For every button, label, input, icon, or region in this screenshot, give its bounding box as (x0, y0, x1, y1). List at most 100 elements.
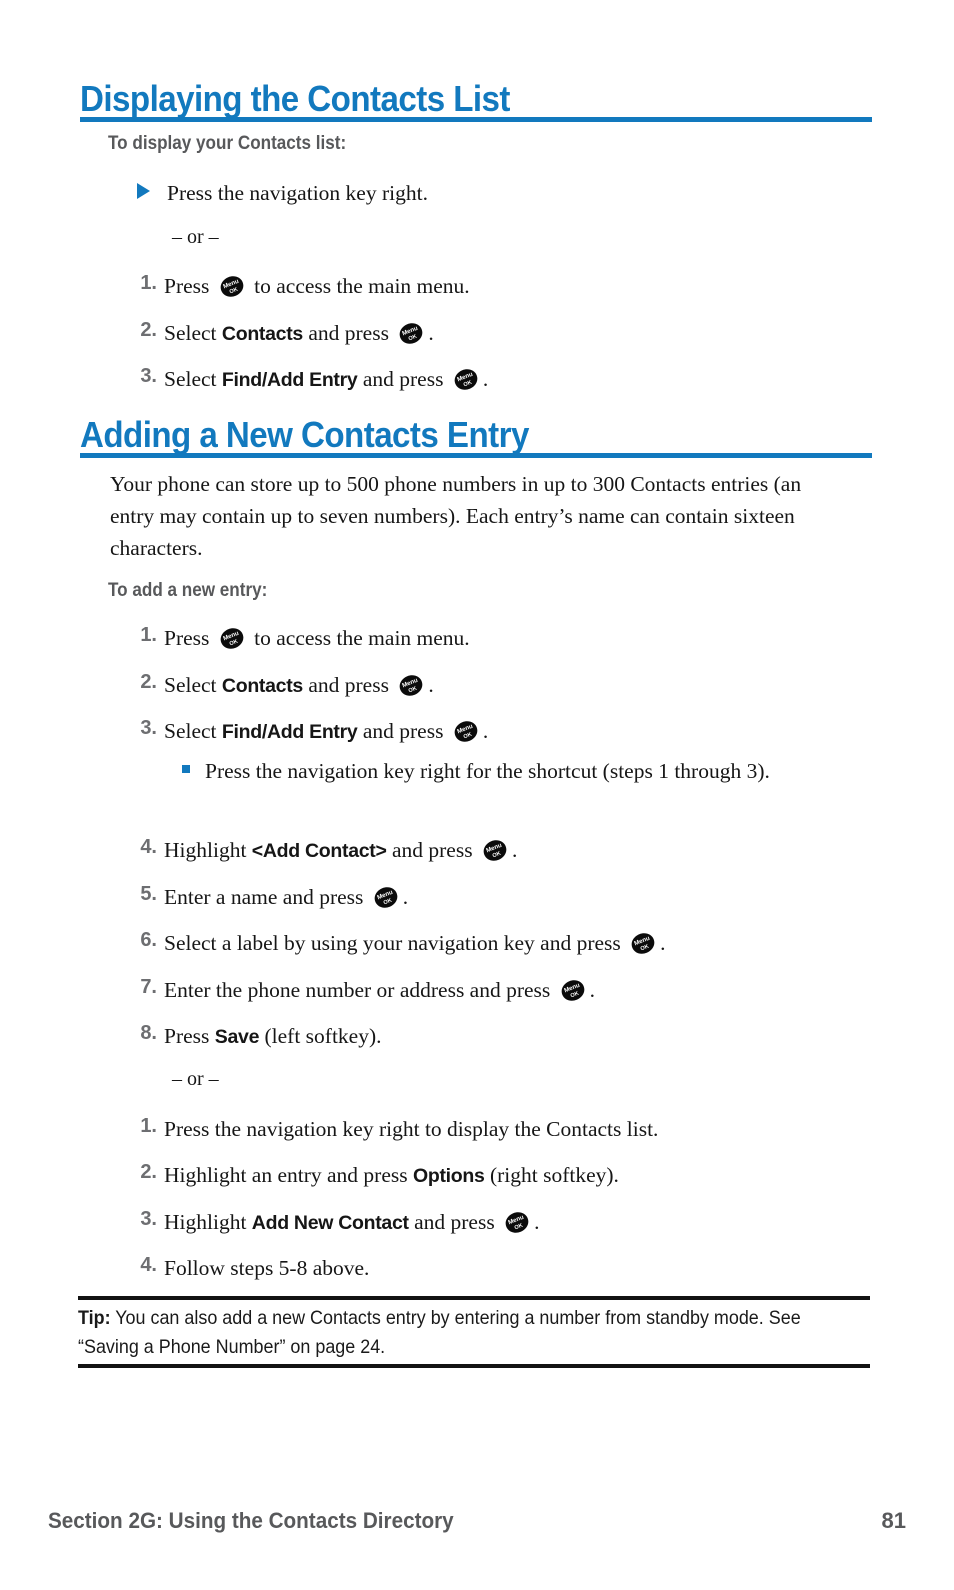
menu-ok-key-icon: Menu OK (217, 275, 247, 298)
heading-rule (80, 453, 872, 458)
sub-list-item-shortcut: Press the navigation key right for the s… (205, 759, 770, 783)
step-text: Highlight Add New Contact and press Menu… (164, 1207, 864, 1238)
subhead-to-display-contacts-list: To display your Contacts list: (108, 133, 347, 154)
step-text: Enter a name and press Menu OK. (164, 882, 864, 912)
step-text-mid: and press (386, 838, 478, 862)
step-text-pre: Press (164, 1024, 215, 1048)
step-text-mid: (right softkey). (484, 1163, 619, 1187)
menu-ok-key-icon: Menu OK (628, 932, 658, 955)
step-number: 3. (140, 717, 157, 739)
menu-ok-key-icon: Menu OK (451, 720, 481, 743)
step-text-post: to access the main menu. (248, 274, 470, 298)
step-text-pre: Select (164, 719, 222, 743)
step-text-post: . (511, 838, 518, 862)
step-text-post: . (482, 367, 489, 391)
step-text-post: . (660, 931, 666, 955)
step-text-mid: and press (408, 1210, 501, 1234)
step-text-pre: Highlight (164, 1210, 252, 1234)
ui-term-contacts: Contacts (221, 323, 303, 345)
page-title-adding-new-contacts-entry: Adding a New Contacts Entry (80, 414, 529, 455)
step-text: Enter the phone number or address and pr… (164, 975, 864, 1005)
step-text: Highlight <Add Contact> and press Menu OK… (164, 835, 864, 866)
step-text-pre: Press (164, 274, 215, 298)
step-text: Select Find/Add Entry and press Menu OK. (164, 716, 864, 747)
step-text-pre: Select (164, 367, 222, 391)
step-text-post: . (428, 673, 434, 697)
step-text-post: . (534, 1210, 540, 1234)
step-text-post: to access the main menu. (248, 626, 470, 650)
ui-term-add-contact: <Add Contact> (251, 840, 387, 862)
heading-rule (80, 117, 872, 122)
step-number: 6. (140, 929, 157, 951)
list-item-press-nav-key-right: Press the navigation key right. (167, 181, 428, 205)
menu-ok-key-icon: Menu OK (217, 627, 247, 650)
ui-term-find-add-entry: Find/Add Entry (221, 369, 358, 391)
ui-term-save: Save (214, 1026, 260, 1048)
step-number: 1. (140, 272, 157, 294)
step-number: 3. (140, 1208, 157, 1230)
step-number: 2. (140, 1161, 157, 1183)
step-text-mid: and press (357, 719, 449, 743)
or-divider-1: – or – (172, 226, 219, 248)
tip-box-bottom-rule (78, 1364, 870, 1368)
square-bullet-icon (182, 765, 190, 773)
step-number: 2. (140, 319, 157, 341)
step-text-pre: Highlight (164, 838, 252, 862)
step-text: Press Save (left softkey). (164, 1021, 864, 1052)
step-text-post: . (402, 885, 409, 909)
step-text-pre: Highlight an entry and press (164, 1163, 413, 1187)
tip-box-top-rule (78, 1296, 870, 1300)
step-number: 3. (140, 365, 157, 387)
step-text-mid: and press (302, 321, 395, 345)
or-divider-2: – or – (172, 1068, 219, 1090)
step-text: Select Find/Add Entry and press Menu OK. (164, 364, 864, 395)
tip-label: Tip: (78, 1307, 111, 1329)
footer-page-number: 81 (881, 1508, 906, 1533)
ui-term-contacts: Contacts (221, 675, 303, 697)
menu-ok-key-icon: Menu OK (480, 839, 510, 862)
step-text-pre: Press (164, 626, 215, 650)
step-text-pre: Follow steps 5-8 above. (164, 1256, 370, 1280)
tip-body-text: You can also add a new Contacts entry by… (78, 1307, 801, 1358)
step-number: 1. (140, 1115, 157, 1137)
ui-term-add-new-contact: Add New Contact (251, 1212, 409, 1234)
step-number: 7. (140, 976, 157, 998)
menu-ok-key-icon: Menu OK (451, 368, 481, 391)
step-text: Select Contacts and press Menu OK. (164, 318, 864, 349)
step-text: Select Contacts and press Menu OK. (164, 670, 864, 701)
step-text-mid: and press (302, 673, 395, 697)
step-text: Press the navigation key right to displa… (164, 1114, 864, 1144)
footer-section-label: Section 2G: Using the Contacts Directory (48, 1508, 454, 1533)
menu-ok-key-icon: Menu OK (558, 979, 588, 1002)
subhead-to-add-a-new-entry: To add a new entry: (108, 580, 268, 601)
step-text-post: . (482, 719, 489, 743)
step-text: Follow steps 5-8 above. (164, 1253, 864, 1283)
step-text: Highlight an entry and press Options (ri… (164, 1160, 864, 1191)
step-number: 1. (140, 624, 157, 646)
step-number: 5. (140, 883, 157, 905)
step-text-pre: Enter the phone number or address and pr… (164, 978, 556, 1002)
tip-box: Tip: You can also add a new Contacts ent… (78, 1304, 805, 1362)
manual-page: Displaying the Contacts List To display … (0, 0, 954, 1590)
menu-ok-key-icon: Menu OK (502, 1211, 532, 1234)
menu-ok-key-icon: Menu OK (371, 886, 401, 909)
step-text-pre: Press the navigation key right to displa… (164, 1117, 659, 1141)
step-number: 2. (140, 671, 157, 693)
step-text: Press Menu OK to access the main menu. (164, 623, 864, 653)
step-text: Press Menu OK to access the main menu. (164, 271, 864, 301)
step-text: Select a label by using your navigation … (164, 928, 864, 958)
step-text-pre: Enter a name and press (164, 885, 369, 909)
step-text-pre: Select (164, 673, 222, 697)
step-text-post: . (589, 978, 596, 1002)
page-title-displaying-contacts-list: Displaying the Contacts List (80, 78, 510, 119)
menu-ok-key-icon: Menu OK (396, 674, 426, 697)
step-text-mid: (left softkey). (259, 1024, 382, 1048)
step-text-pre: Select a label by using your navigation … (164, 931, 627, 955)
menu-ok-key-icon: Menu OK (396, 322, 426, 345)
step-text-post: . (428, 321, 434, 345)
ui-term-options: Options (413, 1165, 485, 1187)
ui-term-find-add-entry: Find/Add Entry (221, 721, 358, 743)
step-text-pre: Select (164, 321, 222, 345)
intro-paragraph: Your phone can store up to 500 phone num… (110, 472, 802, 560)
triangle-bullet-icon (137, 183, 150, 199)
